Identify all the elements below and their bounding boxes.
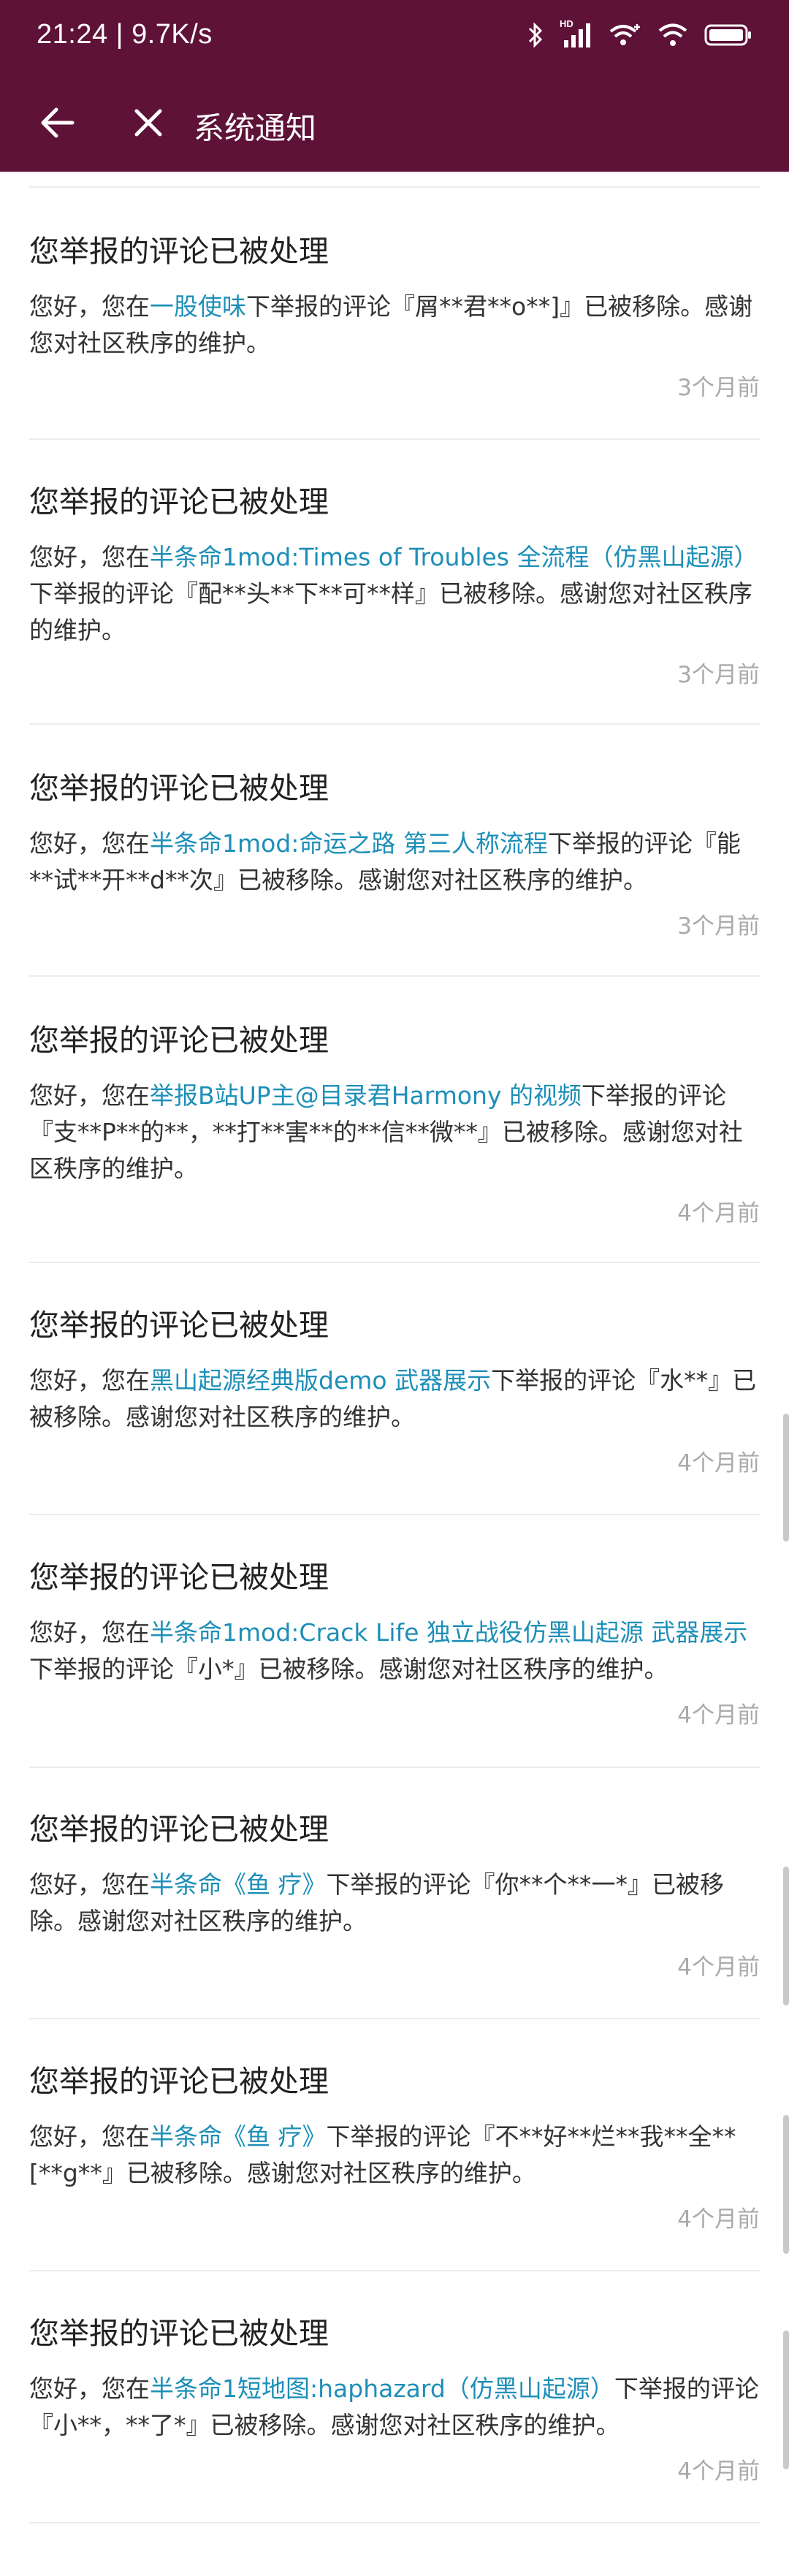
body-prefix: 您好，您在	[29, 1870, 150, 1899]
divider	[29, 723, 760, 725]
arrow-left-icon	[41, 107, 75, 138]
divider	[29, 1767, 760, 1768]
body-prefix: 您好，您在	[29, 1618, 150, 1647]
notification-body: 您好，您在半条命1mod:Crack Life 独立战役仿黑山起源 武器展示下举…	[29, 1615, 760, 1688]
notification-title: 您举报的评论已被处理	[29, 234, 329, 269]
status-bar: 21:24 | 9.7K/s HD	[0, 0, 789, 73]
notification-time: 3个月前	[677, 913, 760, 940]
notification-time: 3个月前	[677, 662, 760, 688]
video-link[interactable]: 半条命1mod:Times of Troubles 全流程（仿黑山起源）	[150, 543, 758, 571]
notification-title: 您举报的评论已被处理	[29, 2064, 329, 2099]
notification-body: 您好，您在半条命《鱼 疗》下举报的评论『不**好**烂**我**全**[**g*…	[29, 2119, 760, 2192]
wifi-icon	[658, 23, 688, 47]
notification-title: 您举报的评论已被处理	[29, 484, 329, 519]
body-prefix: 您好，您在	[29, 543, 150, 571]
notification-body: 您好，您在举报B站UP主@目录君Harmony 的视频下举报的评论『支**P**…	[29, 1078, 760, 1187]
notification-title: 您举报的评论已被处理	[29, 1560, 329, 1595]
scrollbar[interactable]	[783, 1414, 789, 1542]
video-link[interactable]: 一股使味	[150, 292, 246, 321]
video-link[interactable]: 半条命《鱼 疗》	[150, 1870, 327, 1899]
network-badge: HD	[560, 18, 573, 29]
app-bar: 系统通知	[0, 73, 789, 172]
divider	[29, 438, 760, 440]
body-prefix: 您好，您在	[29, 292, 150, 321]
scrollbar[interactable]	[783, 2115, 789, 2254]
notification-body: 您好，您在一股使味下举报的评论『屑**君**o**]』已被移除。感谢您对社区秩序…	[29, 289, 760, 362]
notification-title: 您举报的评论已被处理	[29, 1308, 329, 1343]
body-prefix: 您好，您在	[29, 1366, 150, 1395]
video-link[interactable]: 半条命1mod:Crack Life 独立战役仿黑山起源 武器展示	[150, 1618, 747, 1647]
notification-title: 您举报的评论已被处理	[29, 1812, 329, 1847]
body-prefix: 您好，您在	[29, 2374, 150, 2403]
divider	[29, 1514, 760, 1515]
body-prefix: 您好，您在	[29, 1081, 150, 1110]
notification-body: 您好，您在半条命1mod:Times of Troubles 全流程（仿黑山起源…	[29, 539, 760, 649]
divider	[29, 2270, 760, 2271]
notification-time: 3个月前	[677, 375, 760, 401]
notification-title: 您举报的评论已被处理	[29, 2316, 329, 2351]
notification-time: 4个月前	[677, 1702, 760, 1729]
body-suffix: 下举报的评论『配**头**下**可**样』已被移除。感谢您对社区秩序的维护。	[29, 579, 752, 644]
scrollbar[interactable]	[783, 2331, 789, 2469]
page-title: 系统通知	[194, 110, 317, 146]
notification-title: 您举报的评论已被处理	[29, 771, 329, 806]
divider	[29, 2018, 760, 2019]
status-time: 21:24 | 9.7K/s	[37, 19, 213, 50]
divider	[29, 2522, 760, 2523]
notification-body: 您好，您在半条命《鱼 疗》下举报的评论『你**个**一*』已被移除。感谢您对社区…	[29, 1867, 760, 1940]
notification-time: 4个月前	[677, 1200, 760, 1227]
body-prefix: 您好，您在	[29, 829, 150, 858]
body-suffix: 下举报的评论『小*』已被移除。感谢您对社区秩序的维护。	[29, 1655, 668, 1683]
video-link[interactable]: 半条命1mod:命运之路 第三人称流程	[150, 829, 548, 858]
signal-icon: HD	[560, 18, 592, 47]
notification-time: 4个月前	[677, 2206, 760, 2233]
battery-icon	[704, 23, 752, 47]
video-link[interactable]: 黑山起源经典版demo 武器展示	[150, 1366, 491, 1395]
notification-body: 您好，您在半条命1mod:命运之路 第三人称流程下举报的评论『能**试**开**…	[29, 826, 760, 899]
notification-time: 4个月前	[677, 2458, 760, 2485]
video-link[interactable]: 半条命1短地图:haphazard（仿黑山起源）	[150, 2374, 614, 2403]
notification-time: 4个月前	[677, 1450, 760, 1476]
notification-body: 您好，您在黑山起源经典版demo 武器展示下举报的评论『水**』已被移除。感谢您…	[29, 1363, 760, 1436]
close-icon	[134, 109, 162, 137]
scrollbar[interactable]	[783, 1867, 789, 2005]
divider	[29, 186, 760, 188]
wifi-plus-icon	[608, 23, 641, 47]
notification-time: 4个月前	[677, 1954, 760, 1981]
body-prefix: 您好，您在	[29, 2122, 150, 2151]
status-icons: HD	[527, 18, 752, 48]
bluetooth-icon	[527, 22, 544, 48]
video-link[interactable]: 举报B站UP主@目录君Harmony 的视频	[150, 1081, 582, 1110]
back-button[interactable]	[33, 99, 81, 147]
divider	[29, 975, 760, 977]
close-button[interactable]	[124, 99, 172, 147]
notification-title: 您举报的评论已被处理	[29, 1023, 329, 1058]
divider	[29, 1262, 760, 1263]
video-link[interactable]: 半条命《鱼 疗》	[150, 2122, 327, 2151]
notification-body: 您好，您在半条命1短地图:haphazard（仿黑山起源）下举报的评论『小**，…	[29, 2371, 760, 2444]
